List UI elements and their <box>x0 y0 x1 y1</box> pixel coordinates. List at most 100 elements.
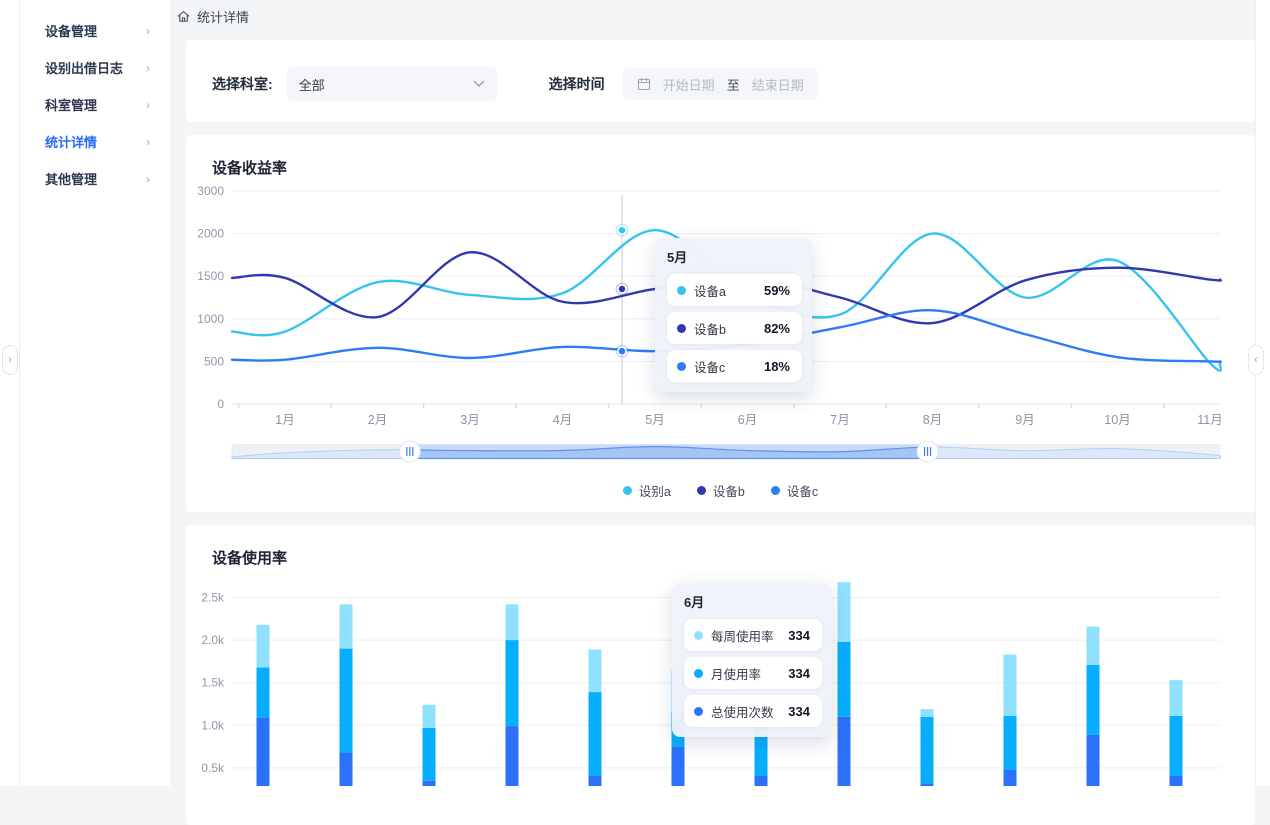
series-dot-icon <box>694 631 703 640</box>
legend-label: 设备b <box>713 481 745 500</box>
sidebar: 设备管理 › 设别出借日志 › 科室管理 › 统计详情 › 其他管理 › <box>20 0 170 786</box>
panel-collapse-handle[interactable]: ‹ <box>1248 345 1264 375</box>
calendar-icon <box>637 77 651 91</box>
chevron-right-icon: › <box>146 172 150 186</box>
bar-segment-月使用率 <box>838 642 851 717</box>
tooltip-row: 设备b82% <box>667 312 802 344</box>
bar-segment-月使用率 <box>506 640 519 726</box>
sidebar-item-device-management[interactable]: 设备管理 › <box>20 12 170 49</box>
chevron-right-icon: › <box>146 135 150 149</box>
sidebar-expand-handle[interactable]: › <box>2 345 18 375</box>
bar-segment-总使用次数 <box>423 781 436 786</box>
svg-text:6月: 6月 <box>738 413 757 427</box>
department-filter-label: 选择科室: <box>212 74 273 94</box>
tooltip-series-value: 59% <box>764 283 790 298</box>
legend-item[interactable]: 设备c <box>771 481 818 500</box>
sidebar-item-label: 设别出借日志 <box>45 58 123 77</box>
department-select[interactable]: 全部 <box>287 67 497 101</box>
date-start-input[interactable]: 开始日期 <box>663 75 715 94</box>
svg-text:2.5k: 2.5k <box>201 591 225 605</box>
sidebar-item-department-management[interactable]: 科室管理 › <box>20 86 170 123</box>
left-gutter <box>0 0 20 786</box>
chevron-right-icon: › <box>146 24 150 38</box>
legend-dot-icon <box>771 486 780 495</box>
right-gutter <box>1255 0 1270 786</box>
svg-text:5月: 5月 <box>645 413 664 427</box>
chevron-down-icon <box>473 80 485 88</box>
svg-text:11月: 11月 <box>1197 413 1222 427</box>
bar-segment-总使用次数 <box>838 717 851 786</box>
revenue-chart-panel: 设备收益率 050010001500200030001月2月3月4月5月6月7月… <box>186 135 1255 512</box>
svg-text:10月: 10月 <box>1104 413 1130 427</box>
datazoom-handle-right[interactable] <box>917 441 938 462</box>
tooltip-series-label: 每周使用率 <box>711 626 774 645</box>
revenue-chart-title: 设备收益率 <box>212 157 287 178</box>
legend-dot-icon <box>623 486 632 495</box>
chevron-right-icon: › <box>146 61 150 75</box>
svg-text:500: 500 <box>204 354 224 368</box>
tooltip-title: 5月 <box>667 247 802 266</box>
sidebar-item-statistics-detail[interactable]: 统计详情 › <box>20 123 170 160</box>
line-chart-tooltip: 5月 设备a 59% 设备b82% 设备c18% <box>655 238 812 392</box>
department-select-value: 全部 <box>299 75 325 94</box>
tooltip-row: 每周使用率 334 <box>684 619 822 651</box>
tooltip-row: 设备c18% <box>667 350 802 382</box>
bar-segment-月使用率 <box>1004 716 1017 770</box>
sidebar-item-other-management[interactable]: 其他管理 › <box>20 160 170 197</box>
svg-text:0.5k: 0.5k <box>201 761 225 775</box>
bar-segment-月使用率 <box>589 692 602 775</box>
chart-legend: 设别a 设备b 设备c <box>186 481 1255 500</box>
bar-segment-总使用次数 <box>1087 735 1100 786</box>
legend-item[interactable]: 设备b <box>697 481 745 500</box>
bar-segment-总使用次数 <box>257 718 270 786</box>
series-dot-icon <box>677 324 686 333</box>
breadcrumb-label: 统计详情 <box>197 7 249 26</box>
svg-text:8月: 8月 <box>923 413 942 427</box>
svg-text:4月: 4月 <box>553 413 572 427</box>
sidebar-item-label: 统计详情 <box>45 132 97 151</box>
bar-segment-月使用率 <box>340 649 353 753</box>
bar-segment-每周使用率 <box>1170 680 1183 716</box>
bar-segment-每周使用率 <box>1087 626 1100 664</box>
sidebar-item-lending-log[interactable]: 设别出借日志 › <box>20 49 170 86</box>
tooltip-title: 6月 <box>684 592 822 611</box>
home-icon <box>176 9 191 24</box>
tooltip-series-label: 设备a <box>694 281 726 300</box>
tooltip-row: 月使用率334 <box>684 657 822 689</box>
svg-text:3000: 3000 <box>197 184 224 198</box>
sidebar-item-label: 科室管理 <box>45 95 97 114</box>
bar-segment-每周使用率 <box>340 604 353 648</box>
legend-dot-icon <box>697 486 706 495</box>
date-end-input[interactable]: 结束日期 <box>752 75 804 94</box>
svg-text:7月: 7月 <box>830 413 849 427</box>
svg-text:1.0k: 1.0k <box>201 718 225 732</box>
bar-chart-tooltip: 6月 每周使用率334月使用率334总使用次数334 <box>672 583 832 737</box>
datazoom-handle-left[interactable] <box>399 441 420 462</box>
svg-text:1500: 1500 <box>197 269 224 283</box>
tooltip-series-value: 334 <box>788 628 810 643</box>
bar-segment-每周使用率 <box>1004 655 1017 716</box>
bar-segment-每周使用率 <box>257 625 270 668</box>
sidebar-item-label: 设备管理 <box>45 21 97 40</box>
time-filter-label: 选择时间 <box>549 74 605 94</box>
filter-panel: 选择科室: 全部 选择时间 开始日期 至 结束日期 <box>186 40 1255 122</box>
svg-text:2000: 2000 <box>197 227 224 241</box>
tooltip-series-value: 334 <box>788 704 810 719</box>
svg-text:0: 0 <box>217 397 224 411</box>
bar-segment-每周使用率 <box>838 582 851 642</box>
svg-text:1.5k: 1.5k <box>201 676 225 690</box>
bar-segment-每周使用率 <box>921 709 934 717</box>
breadcrumb[interactable]: 统计详情 <box>176 7 249 26</box>
sidebar-item-label: 其他管理 <box>45 169 97 188</box>
series-dot-icon <box>694 707 703 716</box>
tooltip-series-label: 月使用率 <box>711 664 761 683</box>
bar-segment-每周使用率 <box>423 705 436 728</box>
series-dot-icon <box>677 362 686 371</box>
usage-chart-title: 设备使用率 <box>212 547 287 568</box>
usage-chart-panel: 设备使用率 0.5k1.0k1.5k2.0k2.5k 6月 每周使用率334月使… <box>186 525 1255 825</box>
date-range-picker[interactable]: 开始日期 至 结束日期 <box>623 68 818 100</box>
tooltip-row: 设备a 59% <box>667 274 802 306</box>
svg-text:9月: 9月 <box>1015 413 1034 427</box>
chevron-right-icon: › <box>146 98 150 112</box>
legend-item[interactable]: 设别a <box>623 481 671 500</box>
